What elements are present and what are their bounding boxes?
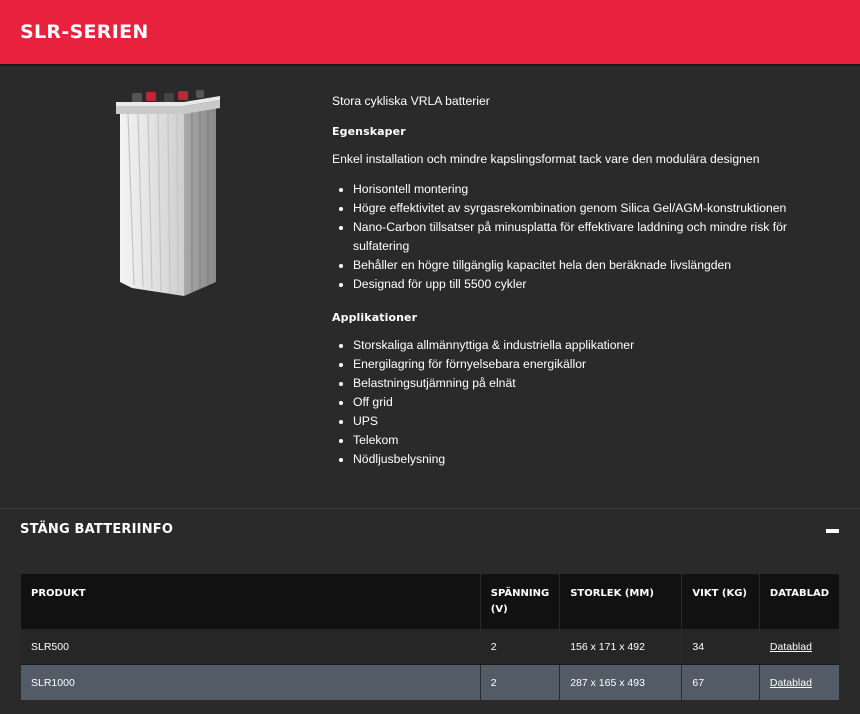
cell-weight: 34: [681, 629, 760, 665]
application-item: UPS: [353, 412, 832, 431]
cell-weight: 67: [681, 664, 760, 700]
table-row: SLR1000 2 287 x 165 x 493 67 Datablad: [21, 664, 839, 700]
battery-info-toggle-label[interactable]: STÄNG BATTERIINFO: [20, 522, 173, 537]
features-list: Horisontell montering Högre effektivitet…: [332, 180, 832, 294]
cell-datasheet: Datablad: [759, 664, 839, 700]
cell-size: 156 x 171 x 492: [559, 629, 683, 665]
page-header: SLR-SERIEN: [0, 0, 860, 66]
column-header-weight: VIKT (KG): [681, 574, 760, 629]
battery-product-image: [116, 90, 220, 296]
cell-voltage: 2: [480, 664, 561, 700]
application-item: Telekom: [353, 431, 832, 450]
table-header-row: PRODUKT SPÄNNING (V) STORLEK (MM) VIKT (…: [21, 574, 839, 629]
application-item: Off grid: [353, 393, 832, 412]
table-row: SLR500 2 156 x 171 x 492 34 Datablad: [21, 629, 839, 665]
minus-icon[interactable]: [826, 529, 839, 533]
application-item: Belastningsutjämning på elnät: [353, 374, 832, 393]
feature-item: Högre effektivitet av syrgasrekombinatio…: [353, 199, 832, 218]
application-item: Energilagring för förnyelsebara energikä…: [353, 355, 832, 374]
feature-item: Designad för upp till 5500 cykler: [353, 275, 832, 294]
page-title: SLR-SERIEN: [20, 21, 149, 43]
feature-item: Behåller en högre tillgänglig kapacitet …: [353, 256, 832, 275]
column-header-voltage: SPÄNNING (V): [480, 574, 561, 629]
column-header-datasheet: DATABLAD: [759, 574, 839, 629]
cell-product: SLR500: [21, 629, 481, 665]
column-header-product: PRODUKT: [21, 574, 481, 629]
feature-item: Nano-Carbon tillsatser på minusplatta fö…: [353, 218, 832, 256]
battery-spec-table: PRODUKT SPÄNNING (V) STORLEK (MM) VIKT (…: [21, 574, 839, 700]
applications-list: Storskaliga allmännyttiga & industriella…: [332, 336, 832, 469]
applications-heading: Applikationer: [332, 311, 418, 324]
product-description: Stora cykliska VRLA batterier Egenskaper…: [332, 92, 832, 469]
application-item: Nödljusbelysning: [353, 450, 832, 469]
datasheet-link[interactable]: Datablad: [770, 641, 812, 653]
cell-product: SLR1000: [21, 664, 481, 700]
column-header-size: STORLEK (MM): [559, 574, 683, 629]
datasheet-link[interactable]: Datablad: [770, 677, 812, 689]
features-heading: Egenskaper: [332, 125, 406, 138]
product-intro: Stora cykliska VRLA batterier: [332, 94, 490, 108]
features-lead: Enkel installation och mindre kapslingsf…: [332, 152, 760, 166]
application-item: Storskaliga allmännyttiga & industriella…: [353, 336, 832, 355]
battery-info-toggle[interactable]: STÄNG BATTERIINFO: [0, 509, 860, 549]
cell-size: 287 x 165 x 493: [559, 664, 683, 700]
cell-voltage: 2: [480, 629, 561, 665]
cell-datasheet: Datablad: [759, 629, 839, 665]
feature-item: Horisontell montering: [353, 180, 832, 199]
